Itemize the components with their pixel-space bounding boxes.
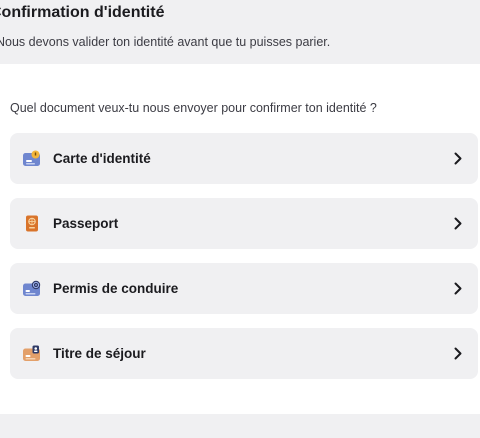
document-option-passport[interactable]: Passeport	[10, 198, 478, 249]
page-title: Confirmation d'identité	[0, 4, 165, 21]
id-card-icon	[22, 150, 42, 167]
header: Confirmation d'identité Nous devons vali…	[0, 0, 480, 64]
document-option-id-card[interactable]: Carte d'identité	[10, 133, 478, 184]
residence-permit-icon	[22, 345, 42, 362]
driving-license-icon	[22, 280, 42, 297]
document-question: Quel document veux-tu nous envoyer pour …	[10, 101, 377, 115]
chevron-right-icon	[454, 152, 462, 165]
passport-icon	[22, 215, 42, 232]
footer-strip	[0, 414, 480, 438]
document-option-driving-license[interactable]: Permis de conduire	[10, 263, 478, 314]
document-option-residence-permit[interactable]: Titre de séjour	[10, 328, 478, 379]
document-label: Passeport	[53, 216, 119, 231]
document-list: Carte d'identité Passeport Permis de con…	[10, 133, 478, 393]
page-subtitle: Nous devons valider ton identité avant q…	[0, 35, 331, 49]
chevron-right-icon	[454, 217, 462, 230]
document-label: Titre de séjour	[53, 346, 146, 361]
document-label: Carte d'identité	[53, 151, 151, 166]
chevron-right-icon	[454, 282, 462, 295]
document-label: Permis de conduire	[53, 281, 179, 296]
chevron-right-icon	[454, 347, 462, 360]
